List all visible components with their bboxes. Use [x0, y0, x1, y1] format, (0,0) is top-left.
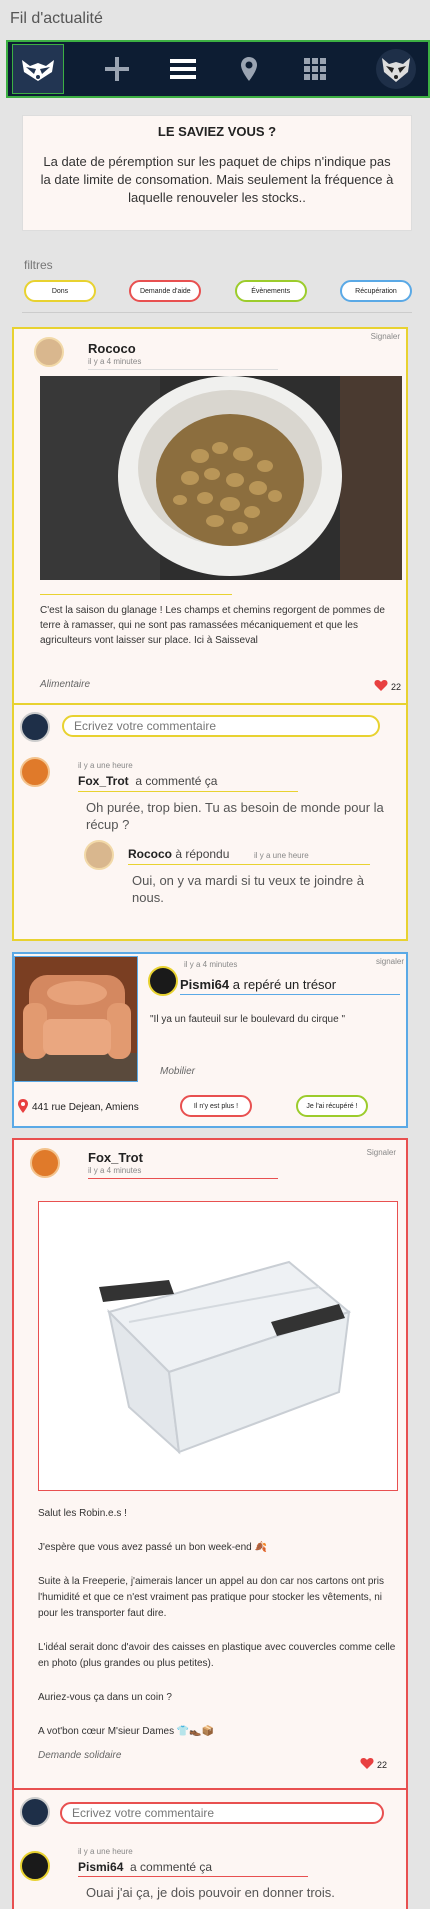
post-paragraph: J'espère que vous avez passé un bon week…	[38, 1542, 267, 1553]
like-counter[interactable]: 22	[360, 1757, 387, 1772]
author-underline	[88, 1178, 278, 1179]
treasure-photo-armchair[interactable]	[14, 956, 138, 1082]
did-you-know-box: LE SAVIEZ VOUS ? La date de péremption s…	[22, 115, 412, 231]
report-link[interactable]: signaler	[376, 957, 404, 966]
avatar[interactable]	[148, 966, 178, 996]
like-counter[interactable]: 22	[374, 679, 401, 694]
avatar[interactable]	[30, 1148, 60, 1178]
grid-icon[interactable]	[282, 42, 348, 96]
heart-icon[interactable]	[374, 679, 388, 694]
comment-underline	[78, 791, 298, 792]
comment-action: a commenté ça	[130, 1860, 213, 1874]
post-text: C'est la saison du glanage ! Les champs …	[40, 605, 385, 646]
avatar[interactable]	[34, 337, 64, 367]
filter-evenements[interactable]: Évènements	[234, 280, 307, 302]
post-paragraph: A vot'bon cœur M'sieur Dames 👕👞📦	[38, 1726, 215, 1737]
filter-demande-aide[interactable]: Demande d'aide	[129, 280, 202, 302]
filters-label: filtres	[24, 258, 53, 272]
comment-time: il y a une heure	[78, 1847, 133, 1856]
post-paragraph: Salut les Robin.e.s !	[38, 1508, 127, 1519]
comment-input[interactable]: Ecrivez votre commentaire	[62, 715, 380, 737]
reply-time: il y a une heure	[254, 851, 309, 860]
raccoon-avatar-icon[interactable]	[376, 49, 416, 89]
treasure-quote: "Il ya un fauteuil sur le boulevard du c…	[150, 1014, 345, 1025]
filter-recuperation[interactable]: Récupération	[339, 280, 412, 302]
comment-text: Oh purée, trop bien. Tu as besoin de mon…	[86, 800, 384, 832]
post-author[interactable]: Rococo	[88, 341, 136, 356]
raccoon-logo-icon[interactable]	[12, 44, 64, 94]
post-paragraph: L'idéal serait donc d'avoir des caisses …	[38, 1642, 396, 1669]
post-card-rococo: Signaler Rococo il y a 4 minutes C'est l…	[12, 327, 408, 705]
post-category: Alimentaire	[40, 679, 91, 690]
avatar[interactable]	[20, 757, 50, 787]
post-separator	[40, 594, 232, 595]
comment-text: Ouai j'ai ça, je dois pouvoir en donner …	[86, 1885, 335, 1900]
treasure-underline	[180, 994, 400, 995]
top-navbar	[6, 40, 430, 98]
avatar[interactable]	[84, 840, 114, 870]
comment-input[interactable]: Ecrivez votre commentaire	[60, 1802, 384, 1824]
raccoon-avatar-icon	[20, 712, 50, 742]
comment-author: Fox_Trot a commenté ça	[78, 774, 217, 788]
post-time: il y a 4 minutes	[88, 1166, 142, 1175]
recovered-button[interactable]: Je l'ai récupéré !	[296, 1095, 368, 1117]
feed-container: LE SAVIEZ VOUS ? La date de péremption s…	[22, 115, 412, 313]
post-body: Salut les Robin.e.s ! J'espère que vous …	[38, 1506, 400, 1740]
treasure-author-name[interactable]: Pismi64	[180, 977, 229, 992]
post-photo-plastic-box[interactable]	[38, 1201, 398, 1491]
author-underline	[88, 369, 278, 370]
reply-text: Oui, on y va mardi si tu veux te joindre…	[132, 873, 364, 905]
post-paragraph: Suite à la Freeperie, j'aimerais lancer …	[38, 1576, 384, 1619]
reply-action: à répondu	[175, 847, 230, 861]
post-paragraph: Auriez-vous ça dans un coin ?	[38, 1692, 172, 1703]
add-icon[interactable]	[84, 42, 150, 96]
post-photo-potatoes[interactable]	[40, 376, 402, 580]
page-title: Fil d'actualité	[10, 10, 103, 27]
reply-author: Rococo à répondu	[128, 847, 229, 861]
comments-section-rococo: Ecrivez votre commentaire il y a une heu…	[12, 703, 408, 941]
menu-icon[interactable]	[150, 42, 216, 96]
did-you-know-text: La date de péremption sur les paquet de …	[40, 154, 394, 205]
report-link[interactable]: Signaler	[371, 332, 400, 341]
filter-dons[interactable]: Dons	[24, 280, 96, 302]
comment-underline	[78, 1876, 308, 1877]
post-author[interactable]: Fox_Trot	[88, 1150, 143, 1165]
treasure-address-row: 441 rue Dejean, Amiens	[18, 1099, 139, 1116]
reply-underline	[128, 864, 370, 865]
comment-author: Pismi64 a commenté ça	[78, 1860, 212, 1874]
treasure-time: il y a 4 minutes	[184, 960, 238, 969]
reply-author-name[interactable]: Rococo	[128, 847, 172, 861]
map-pin-icon	[18, 1099, 28, 1116]
not-there-button[interactable]: Il n'y est plus !	[180, 1095, 252, 1117]
heart-icon[interactable]	[360, 1757, 374, 1772]
treasure-card: signaler il y a 4 minutes Pismi64 a repé…	[12, 952, 408, 1128]
report-link[interactable]: Signaler	[367, 1148, 396, 1157]
comment-author-name[interactable]: Pismi64	[78, 1860, 123, 1874]
like-count: 22	[391, 681, 402, 692]
comment-time: il y a une heure	[78, 761, 133, 770]
filters-divider	[22, 312, 412, 313]
treasure-category: Mobilier	[160, 1066, 196, 1077]
post-card-fox-trot: Signaler Fox_Trot il y a 4 minutes Salut…	[12, 1138, 408, 1790]
treasure-action: a repéré un trésor	[232, 977, 337, 992]
comments-section-fox-trot: Ecrivez votre commentaire il y a une heu…	[12, 1788, 408, 1909]
post-category: Demande solidaire	[38, 1750, 122, 1761]
filter-bar: Dons Demande d'aide Évènements Récupérat…	[24, 280, 412, 302]
comment-action: a commenté ça	[135, 774, 218, 788]
treasure-address[interactable]: 441 rue Dejean, Amiens	[32, 1102, 139, 1113]
raccoon-avatar-icon	[20, 1797, 50, 1827]
comment-author-name[interactable]: Fox_Trot	[78, 774, 129, 788]
avatar[interactable]	[20, 1851, 50, 1881]
did-you-know-title: LE SAVIEZ VOUS ?	[157, 124, 277, 139]
treasure-author: Pismi64 a repéré un trésor	[180, 977, 336, 992]
like-count: 22	[377, 1759, 388, 1770]
post-time: il y a 4 minutes	[88, 357, 142, 366]
map-pin-icon[interactable]	[216, 42, 282, 96]
